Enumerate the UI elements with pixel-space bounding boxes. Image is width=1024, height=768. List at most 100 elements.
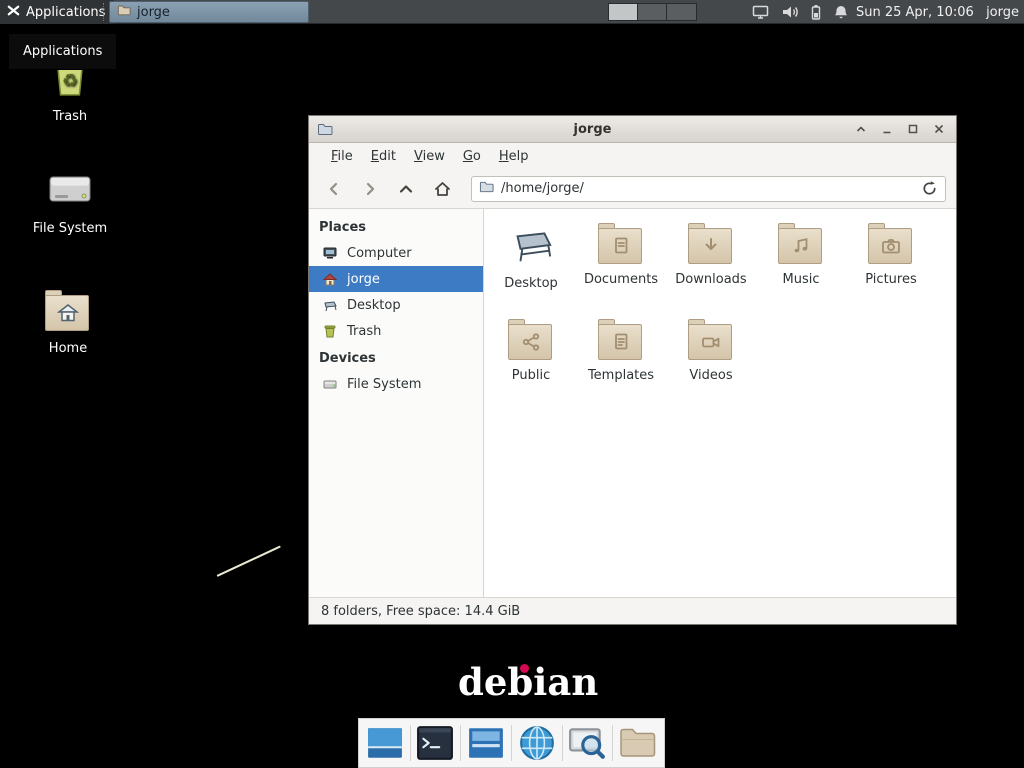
desktop-icon <box>322 297 338 313</box>
sidebar-item-label: Computer <box>347 246 412 261</box>
shade-button[interactable] <box>853 122 868 137</box>
taskbar-window-button[interactable]: jorge <box>109 1 309 23</box>
file-item-music[interactable]: Music <box>756 221 846 317</box>
file-label: Videos <box>689 368 732 383</box>
status-bar: 8 folders, Free space: 14.4 GiB <box>309 597 956 624</box>
display-icon[interactable] <box>752 4 769 20</box>
menu-bar: File Edit View Go Help <box>309 143 956 169</box>
sidebar-item-computer[interactable]: Computer <box>309 240 483 266</box>
applications-tooltip: Applications <box>8 33 117 70</box>
file-item-public[interactable]: Public <box>486 317 576 413</box>
web-browser-launcher[interactable] <box>517 723 557 763</box>
window-controls <box>853 122 956 137</box>
downloads-folder-icon <box>687 221 735 267</box>
menu-view[interactable]: View <box>405 145 454 168</box>
file-manager-launcher[interactable] <box>618 723 658 763</box>
places-header: Places <box>309 213 483 240</box>
file-manager-window: jorge File Edit View Go Help <box>308 115 957 625</box>
workspace-3[interactable] <box>667 4 696 20</box>
home-button[interactable] <box>427 175 457 203</box>
svg-text:♻: ♻ <box>62 72 78 92</box>
file-label: Templates <box>588 368 654 383</box>
window-title: jorge <box>339 122 846 137</box>
desktop-desk-icon <box>507 221 555 271</box>
battery-icon[interactable] <box>811 4 821 20</box>
trash-icon <box>322 323 338 339</box>
applications-menu-button[interactable]: Applications <box>0 0 114 24</box>
toolbar: /home/jorge/ <box>309 169 956 209</box>
system-tray <box>752 0 849 24</box>
file-label: Public <box>512 368 550 383</box>
workspace-2[interactable] <box>638 4 667 20</box>
menu-help[interactable]: Help <box>490 145 538 168</box>
menu-edit[interactable]: Edit <box>362 145 405 168</box>
terminal-launcher[interactable] <box>416 723 456 763</box>
path-text[interactable]: /home/jorge/ <box>501 181 914 196</box>
dock-separator <box>410 725 411 761</box>
desktop-icon-label: File System <box>33 221 107 236</box>
places-sidebar: Places Computer jorge Desktop <box>309 209 484 597</box>
top-panel: Applications jorge Sun 25 Apr, 10:06 jor… <box>0 0 1024 24</box>
window-titlebar[interactable]: jorge <box>309 116 956 143</box>
sidebar-item-label: Desktop <box>347 298 401 313</box>
devices-header: Devices <box>309 344 483 371</box>
clock[interactable]: Sun 25 Apr, 10:06 <box>856 0 974 24</box>
file-item-documents[interactable]: Documents <box>576 221 666 317</box>
videos-folder-icon <box>687 317 735 363</box>
file-item-videos[interactable]: Videos <box>666 317 756 413</box>
notification-bell-icon[interactable] <box>833 4 849 20</box>
file-label: Desktop <box>504 276 558 291</box>
panel-preferences-launcher[interactable] <box>466 723 506 763</box>
path-folder-icon <box>479 179 494 198</box>
file-item-desktop[interactable]: Desktop <box>486 221 576 317</box>
workspace-1[interactable] <box>609 4 638 20</box>
close-button[interactable] <box>931 122 946 137</box>
sidebar-item-jorge[interactable]: jorge <box>309 266 483 292</box>
file-item-downloads[interactable]: Downloads <box>666 221 756 317</box>
file-item-pictures[interactable]: Pictures <box>846 221 936 317</box>
sidebar-item-file-system[interactable]: File System <box>309 371 483 397</box>
hard-drive-icon <box>47 168 93 214</box>
music-folder-icon <box>777 221 825 267</box>
status-text: 8 folders, Free space: 14.4 GiB <box>321 604 520 619</box>
pictures-folder-icon <box>867 221 915 267</box>
taskbar-window-label: jorge <box>137 5 170 20</box>
panel-username: jorge <box>986 0 1019 24</box>
desktop-icon-label: Trash <box>53 109 87 124</box>
sidebar-item-trash[interactable]: Trash <box>309 318 483 344</box>
window-folder-icon <box>317 121 333 137</box>
sidebar-item-label: jorge <box>347 272 380 287</box>
desktop-icon-label: Home <box>49 341 87 356</box>
file-label: Pictures <box>865 272 916 287</box>
xfce-logo-icon <box>6 3 21 22</box>
reload-button[interactable] <box>921 180 938 197</box>
file-grid: Desktop Documents Download <box>484 209 956 597</box>
sidebar-item-label: File System <box>347 377 421 392</box>
panel-separator-handle <box>103 3 107 21</box>
documents-folder-icon <box>597 221 645 267</box>
file-label: Downloads <box>675 272 746 287</box>
public-folder-icon <box>507 317 555 363</box>
menu-file[interactable]: File <box>322 145 362 168</box>
dock-separator <box>562 725 563 761</box>
file-item-templates[interactable]: Templates <box>576 317 666 413</box>
show-desktop-button[interactable] <box>365 723 405 763</box>
sidebar-item-label: Trash <box>347 324 381 339</box>
path-bar[interactable]: /home/jorge/ <box>471 176 946 202</box>
desktop-icon-file-system[interactable]: File System <box>14 168 126 236</box>
app-finder-launcher[interactable] <box>568 723 608 763</box>
volume-icon[interactable] <box>781 4 799 20</box>
desktop-icon-home[interactable]: Home <box>12 288 124 356</box>
maximize-button[interactable] <box>905 122 920 137</box>
forward-button[interactable] <box>355 175 385 203</box>
workspace-switcher <box>608 3 697 21</box>
up-button[interactable] <box>391 175 421 203</box>
back-button[interactable] <box>319 175 349 203</box>
menu-go[interactable]: Go <box>454 145 490 168</box>
minimize-button[interactable] <box>879 122 894 137</box>
desktop-artifact-line <box>217 546 281 577</box>
sidebar-item-desktop[interactable]: Desktop <box>309 292 483 318</box>
debian-logo: debian <box>458 660 598 704</box>
file-label: Documents <box>584 272 658 287</box>
dock-separator <box>460 725 461 761</box>
